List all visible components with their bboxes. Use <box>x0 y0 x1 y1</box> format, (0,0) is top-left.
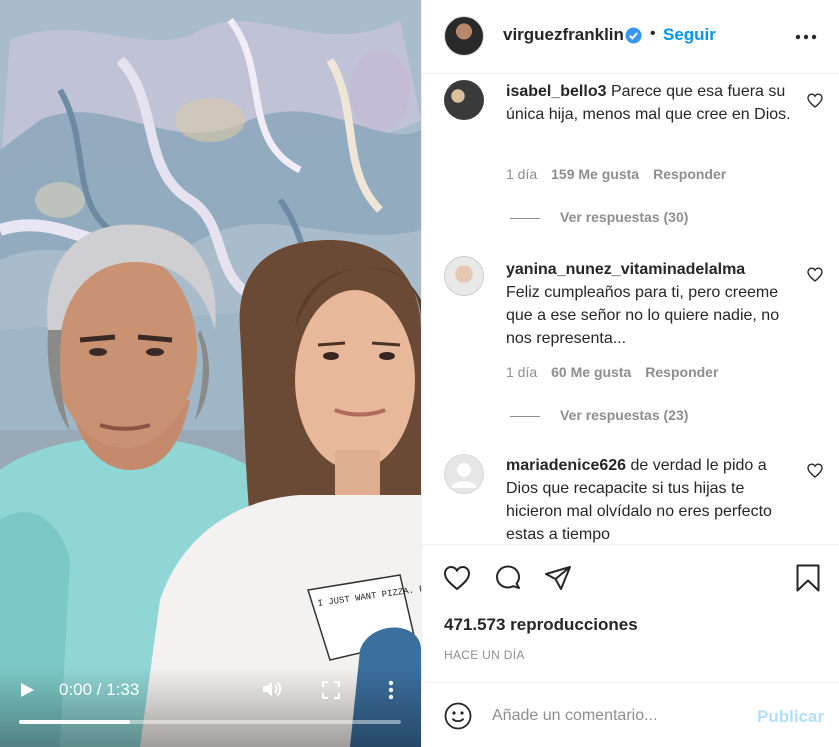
more-vertical-icon[interactable] <box>386 680 396 700</box>
commenter-avatar[interactable] <box>444 454 484 494</box>
instagram-post-modal: I JUST WANT PIZZA. PIZZA UNDERSTANDS ME.… <box>0 0 839 747</box>
comments-list[interactable]: isabel_bello3 Parece que esa fuera su ún… <box>422 75 839 544</box>
comment-like-icon[interactable] <box>807 267 823 282</box>
video-controls-bar <box>0 667 421 747</box>
commenter-username[interactable]: mariadenice626 <box>506 457 626 474</box>
follow-button[interactable]: Seguir <box>663 25 716 45</box>
comment-body: isabel_bello3 Parece que esa fuera su ún… <box>506 80 791 126</box>
post-timestamp[interactable]: HACE UN DÍA <box>444 648 525 662</box>
video-player[interactable]: I JUST WANT PIZZA. PIZZA UNDERSTANDS ME.… <box>0 0 421 747</box>
comment-like-icon[interactable] <box>807 463 823 478</box>
view-replies-label: Ver respuestas (23) <box>560 407 689 423</box>
view-replies-button[interactable]: Ver respuestas (30) <box>510 209 688 225</box>
view-replies-label: Ver respuestas (30) <box>560 209 689 225</box>
author-avatar[interactable] <box>444 16 484 56</box>
comment-input[interactable] <box>492 704 742 728</box>
comment-text: Feliz cumpleaños para ti, pero creeme qu… <box>506 284 780 347</box>
comment-likes[interactable]: 159 Me gusta <box>551 166 639 182</box>
video-time: 0:00 / 1:33 <box>59 680 140 699</box>
comment-icon[interactable] <box>493 563 523 593</box>
commenter-username[interactable]: yanina_nunez_vitaminadelalma <box>506 261 745 278</box>
video-progress-fill <box>19 720 130 724</box>
comment-body: yanina_nunez_vitaminadelalma Feliz cumple… <box>506 258 791 350</box>
reply-button[interactable]: Responder <box>645 364 718 380</box>
fullscreen-icon[interactable] <box>322 681 340 699</box>
commenter-avatar[interactable] <box>444 256 484 296</box>
video-progress-bar[interactable] <box>19 720 401 724</box>
post-header: virguezfranklin • Seguir <box>422 0 839 74</box>
comment-age: 1 día <box>506 166 538 182</box>
comment-meta: 1 día 159 Me gusta Responder <box>506 166 740 182</box>
more-options-icon[interactable] <box>795 27 817 47</box>
author-username[interactable]: virguezfranklin <box>503 25 624 45</box>
post-comment-button[interactable]: Publicar <box>757 707 824 727</box>
comment-meta: 1 día 60 Me gusta Responder <box>506 364 732 380</box>
post-actions: 471.573 reproducciones HACE UN DÍA <box>422 544 839 682</box>
comment-composer: Publicar <box>422 682 839 747</box>
separator-dot: • <box>650 25 656 42</box>
emoji-icon[interactable] <box>444 702 472 730</box>
post-side-panel: virguezfranklin • Seguir isabel_bello3 P… <box>421 0 839 747</box>
replies-line <box>510 217 540 219</box>
comment-body: mariadenice626 de verdad le pido a Dios … <box>506 454 791 544</box>
play-icon[interactable] <box>18 682 38 698</box>
bookmark-icon[interactable] <box>793 563 823 593</box>
volume-icon[interactable] <box>261 679 283 699</box>
default-avatar-icon <box>451 463 477 488</box>
comment-age: 1 día <box>506 364 538 380</box>
verified-badge-icon <box>625 27 642 44</box>
reply-button[interactable]: Responder <box>653 166 726 182</box>
commenter-username[interactable]: isabel_bello3 <box>506 83 607 100</box>
replies-line <box>510 415 540 417</box>
comment-likes[interactable]: 60 Me gusta <box>551 364 631 380</box>
comment-like-icon[interactable] <box>807 93 823 108</box>
view-replies-button[interactable]: Ver respuestas (23) <box>510 407 688 423</box>
video-frame: I JUST WANT PIZZA. PIZZA UNDERSTANDS ME.… <box>0 0 421 747</box>
share-icon[interactable] <box>543 563 573 593</box>
heart-icon[interactable] <box>442 563 472 593</box>
commenter-avatar[interactable] <box>444 80 484 120</box>
view-count[interactable]: 471.573 reproducciones <box>444 615 638 635</box>
